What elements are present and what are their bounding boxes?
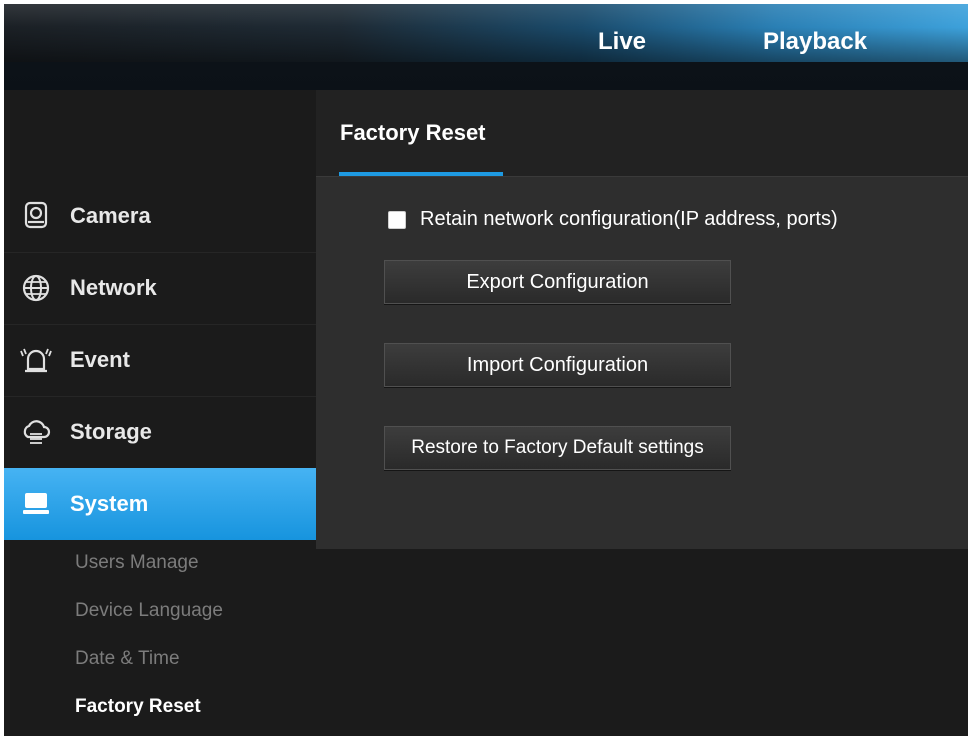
factory-reset-panel: Factory Reset Retain network configurati… [316,90,968,549]
subitem-date-time[interactable]: Date & Time [75,648,180,670]
page-title: Factory Reset [340,120,486,145]
restore-factory-defaults-button[interactable]: Restore to Factory Default settings [384,426,731,470]
subitem-device-language[interactable]: Device Language [75,600,223,622]
subitem-users-manage[interactable]: Users Manage [75,552,199,574]
retain-network-checkbox[interactable] [388,210,406,229]
sidebar-item-system[interactable]: System [4,468,316,540]
sidebar-item-label: Event [70,347,130,372]
globe-icon [16,268,56,308]
alarm-icon [16,340,56,380]
retain-network-label: Retain network configuration(IP address,… [420,208,838,230]
panel-header: Factory Reset [316,90,968,177]
export-configuration-button[interactable]: Export Configuration [384,260,731,304]
sidebar-item-label: Network [70,275,157,300]
sidebar-item-label: Storage [70,419,152,444]
nav-playback-link[interactable]: Playback [763,28,867,56]
sidebar-item-camera[interactable]: Camera [4,180,316,253]
cloud-storage-icon [16,412,56,452]
sidebar-item-label: Camera [70,203,151,228]
camera-icon [16,196,56,236]
sidebar-item-storage[interactable]: Storage [4,396,316,469]
retain-network-option[interactable]: Retain network configuration(IP address,… [388,208,838,231]
top-navigation-bar: Live Playback [4,4,968,90]
import-configuration-button[interactable]: Import Configuration [384,343,731,387]
sidebar-item-label: System [70,491,149,516]
monitor-icon [16,484,56,524]
nav-live-link[interactable]: Live [598,28,646,56]
sidebar-item-event[interactable]: Event [4,324,316,397]
subitem-factory-reset[interactable]: Factory Reset [75,696,201,718]
sidebar: Camera Network Event Storage System User… [4,90,330,736]
sidebar-item-network[interactable]: Network [4,252,316,325]
title-underline [339,172,503,176]
